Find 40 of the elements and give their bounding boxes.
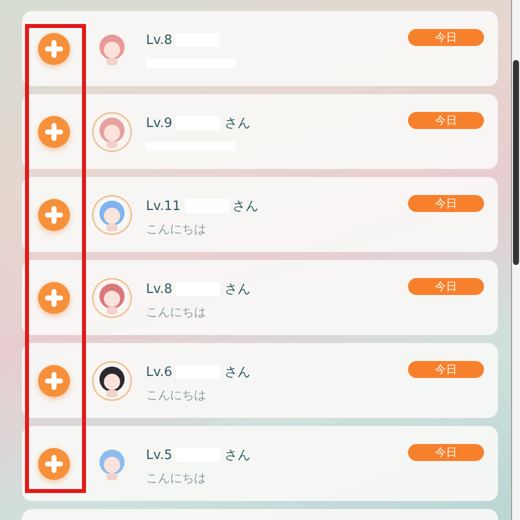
add-button[interactable] bbox=[38, 116, 70, 148]
list-card[interactable]: Lv.11 さん こんにちは 今日 bbox=[22, 177, 498, 252]
date-badge: 今日 bbox=[408, 29, 484, 46]
message-preview: こんにちは bbox=[146, 220, 206, 238]
name-suffix: さん bbox=[232, 198, 259, 215]
add-button[interactable] bbox=[38, 282, 70, 314]
level-label: Lv.5 bbox=[146, 448, 172, 462]
plus-icon bbox=[38, 282, 70, 314]
add-button[interactable] bbox=[38, 32, 70, 64]
name-suffix: さん bbox=[224, 115, 250, 132]
plus-icon bbox=[38, 364, 70, 396]
plus-icon bbox=[38, 198, 70, 230]
level-label: Lv.9 bbox=[146, 116, 172, 130]
add-button[interactable] bbox=[38, 198, 70, 230]
message-preview: こんにちは bbox=[146, 470, 206, 486]
message-preview: こんにちは bbox=[146, 304, 206, 320]
list-card[interactable]: Lv.8 さん こんにちは 今日 bbox=[22, 260, 498, 335]
name-suffix: さん bbox=[224, 364, 250, 381]
name-suffix: さん bbox=[224, 447, 250, 464]
list-card[interactable]: Lv.8 今日 bbox=[22, 11, 498, 86]
plus-icon bbox=[38, 448, 70, 480]
level-label: Lv.11 bbox=[146, 198, 181, 214]
add-button[interactable] bbox=[38, 448, 70, 480]
level-label: Lv.8 bbox=[146, 282, 172, 296]
list-card[interactable]: Lv.5 さん こんにちは 今日 bbox=[22, 426, 498, 501]
level-label: Lv.6 bbox=[146, 364, 172, 380]
message-preview: こんにちは bbox=[146, 386, 206, 404]
name-suffix: さん bbox=[224, 281, 250, 298]
date-badge: 今日 bbox=[408, 112, 484, 129]
add-button[interactable] bbox=[38, 364, 70, 396]
plus-icon bbox=[38, 116, 70, 148]
scrollbar-thumb[interactable] bbox=[513, 60, 519, 265]
list-card[interactable]: Lv.6 さん こんにちは 今日 bbox=[22, 343, 498, 418]
list-card[interactable]: Lv.9 さん 今日 bbox=[22, 94, 498, 169]
date-badge: 今日 bbox=[408, 278, 484, 295]
date-badge: 今日 bbox=[408, 195, 484, 212]
date-badge: 今日 bbox=[408, 361, 484, 378]
date-badge: 今日 bbox=[408, 444, 484, 461]
level-label: Lv.8 bbox=[146, 32, 172, 48]
plus-icon bbox=[38, 32, 70, 64]
